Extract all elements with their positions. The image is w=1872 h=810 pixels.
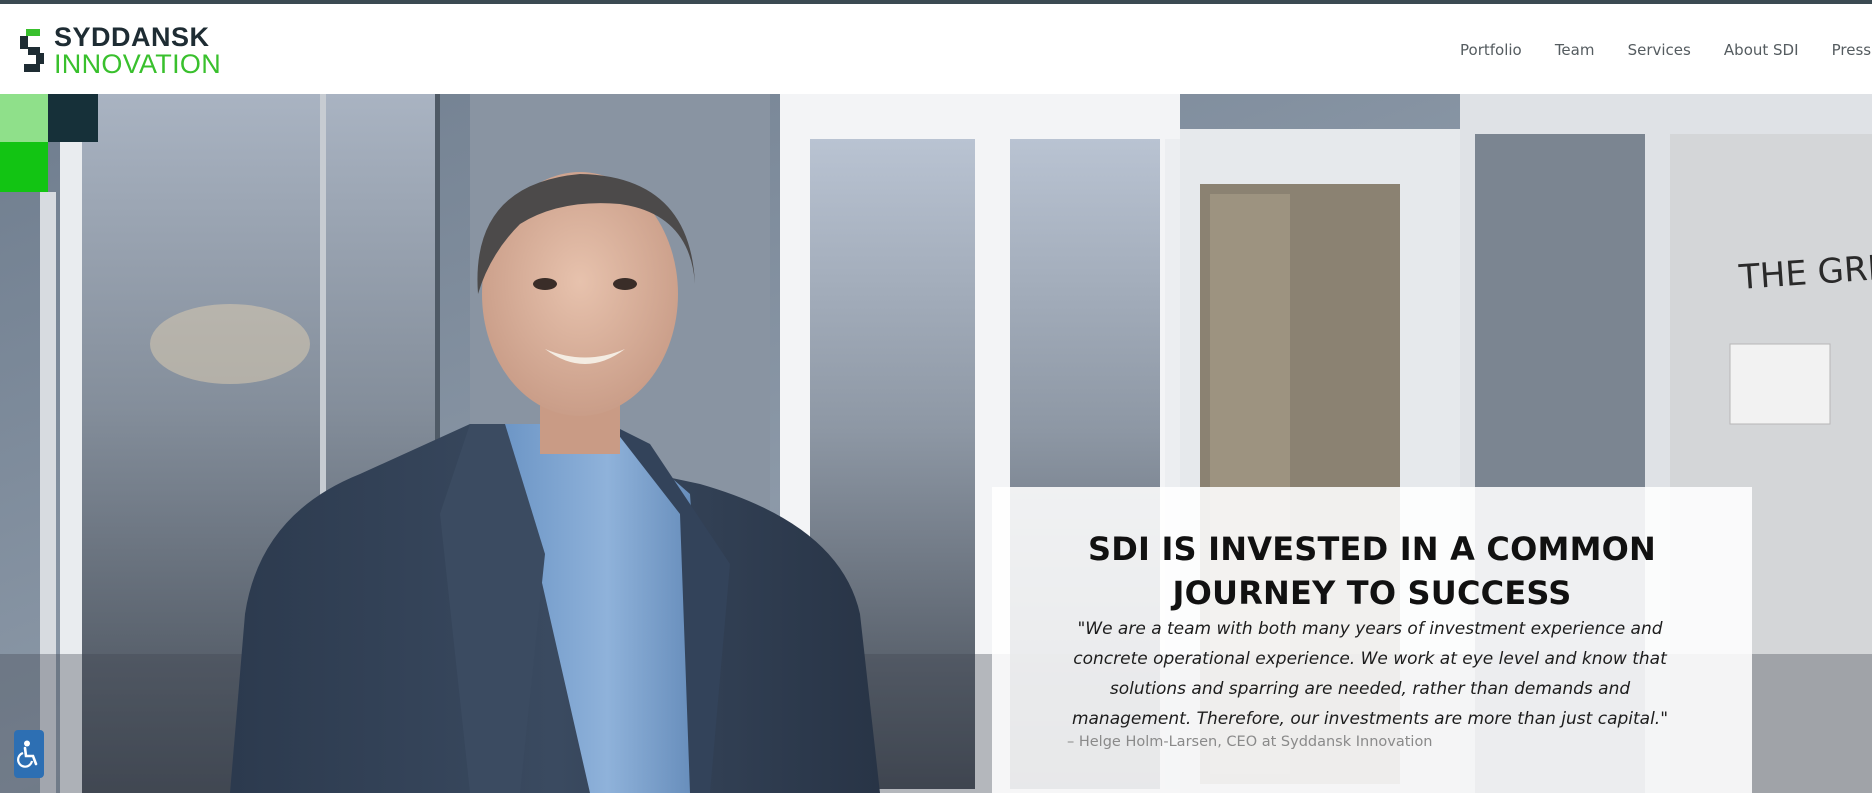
nav-about-sdi[interactable]: About SDI <box>1724 41 1799 59</box>
nav-portfolio[interactable]: Portfolio <box>1460 41 1522 59</box>
hero-quote: "We are a team with both many years of i… <box>1071 619 1669 729</box>
quote-box: SDI IS INVESTED IN A COMMON JOURNEY TO S… <box>992 487 1752 793</box>
brand-tile-green <box>0 142 48 192</box>
main-nav: Portfolio Team Services About SDI Press … <box>1460 40 1872 59</box>
nav-services[interactable]: Services <box>1628 41 1691 59</box>
accessibility-button[interactable] <box>14 730 44 778</box>
wheelchair-icon <box>17 740 38 768</box>
hero-section: THE GRE SDI IS INVESTED IN A COMMON JOUR… <box>0 94 1872 793</box>
logo-mark-icon <box>20 29 44 72</box>
site-header: SYDDANSK INNOVATION Portfolio Team Servi… <box>0 4 1872 94</box>
logo-name-line2: INNOVATION <box>54 49 222 79</box>
hero-heading-line2: JOURNEY TO SUCCESS <box>1172 574 1572 612</box>
brand-tile-dark <box>48 94 98 142</box>
nav-team[interactable]: Team <box>1555 41 1595 59</box>
logo-name-line1: SYDDANSK <box>54 22 210 52</box>
brand-tile-light-green <box>0 94 48 142</box>
hero-heading-line1: SDI IS INVESTED IN A COMMON <box>1088 530 1656 568</box>
nav-press-room[interactable]: Press roo <box>1832 41 1872 59</box>
logo-text: SYDDANSK INNOVATION <box>54 24 221 78</box>
hero-heading: SDI IS INVESTED IN A COMMON JOURNEY TO S… <box>992 527 1752 615</box>
hero-quote-author: – Helge Holm-Larsen, CEO at Syddansk Inn… <box>1067 734 1433 750</box>
logo[interactable]: SYDDANSK INNOVATION <box>20 24 230 80</box>
